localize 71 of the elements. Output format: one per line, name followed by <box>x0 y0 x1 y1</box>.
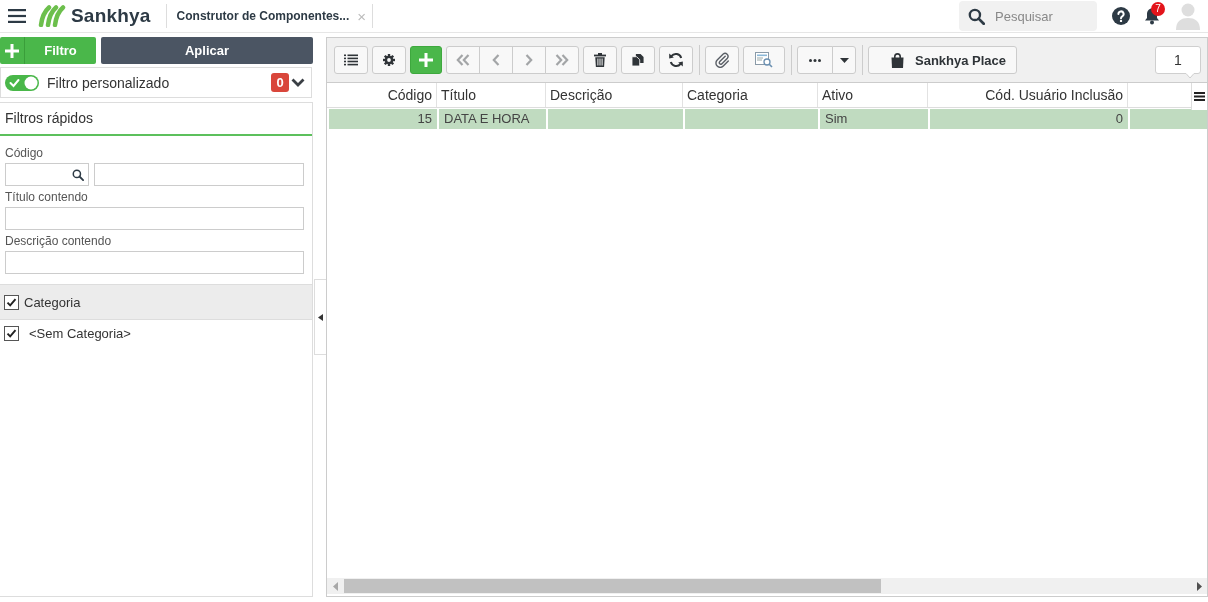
code-description-field[interactable] <box>94 163 304 186</box>
list-icon <box>344 54 358 66</box>
collapse-panel-handle[interactable] <box>314 279 326 355</box>
refresh-button[interactable] <box>659 46 693 74</box>
caret-down-icon <box>839 57 849 63</box>
column-header[interactable]: Código <box>327 83 437 107</box>
help-icon[interactable] <box>1112 7 1130 25</box>
menu-icon[interactable] <box>8 9 26 23</box>
shopping-bag-icon <box>891 52 904 68</box>
delete-button[interactable] <box>583 46 617 74</box>
scroll-right-icon[interactable] <box>1197 581 1202 591</box>
brand-name: Sankhya <box>71 5 151 27</box>
triangle-left-icon <box>318 313 323 321</box>
checkbox[interactable] <box>4 294 19 310</box>
text-input[interactable] <box>5 251 304 274</box>
text-input[interactable] <box>5 207 304 230</box>
trash-icon <box>594 53 606 67</box>
settings-button[interactable] <box>372 46 406 74</box>
copy-icon <box>631 54 645 66</box>
attach-button[interactable] <box>705 46 739 74</box>
chevron-down-icon[interactable] <box>291 78 305 87</box>
duplicate-button[interactable] <box>621 46 655 74</box>
field-label: Título contendo <box>5 190 89 205</box>
chevron-left-icon <box>492 54 500 66</box>
toggle-switch[interactable] <box>5 74 39 91</box>
chevron-right-icon <box>525 54 533 66</box>
search-icon <box>968 8 985 25</box>
leaf-logo-icon <box>38 5 66 27</box>
paperclip-icon <box>714 52 730 68</box>
horizontal-scrollbar[interactable] <box>327 578 1207 594</box>
search-icon[interactable] <box>72 168 84 181</box>
ellipsis-icon <box>809 58 821 62</box>
column-header[interactable]: Descrição <box>546 83 683 107</box>
field-label: Código <box>5 146 45 161</box>
scrollbar-thumb[interactable] <box>344 579 881 593</box>
table-cell: DATA E HORA <box>437 109 546 129</box>
column-header[interactable]: Categoria <box>683 83 818 107</box>
list-view-button[interactable] <box>334 46 368 74</box>
column-menu-button[interactable] <box>1191 83 1207 110</box>
column-header[interactable]: Cód. Usuário Inclusão <box>928 83 1128 107</box>
table-cell: 15 <box>327 109 437 129</box>
checkbox[interactable] <box>4 326 19 341</box>
notification-count: 7 <box>1151 2 1165 16</box>
gear-icon <box>382 54 396 66</box>
field-label: Descrição contendo <box>5 234 113 249</box>
page-number-callout: 1 <box>1155 46 1201 79</box>
dropdown-button[interactable] <box>832 46 856 74</box>
place-button[interactable]: Sankhya Place <box>868 46 1017 74</box>
double-chevron-right-icon <box>555 54 569 66</box>
column-header[interactable]: Ativo <box>818 83 928 107</box>
section-title: Filtros rápidos <box>0 103 312 136</box>
search-field[interactable]: Pesquisar <box>959 1 1097 31</box>
refresh-icon <box>668 52 684 68</box>
report-preview-button[interactable] <box>743 46 785 74</box>
table-cell: 0 <box>928 109 1128 129</box>
scroll-left-icon[interactable] <box>333 581 338 591</box>
filter-count: 0 <box>271 73 289 92</box>
custom-filter-label: Filtro personalizado <box>47 74 170 91</box>
table-cell: Sim <box>818 109 928 129</box>
column-header[interactable]: Título <box>437 83 546 107</box>
menu-icon <box>1194 92 1205 101</box>
double-chevron-left-icon <box>456 54 470 66</box>
category-option[interactable]: <Sem Categoria> <box>29 326 131 341</box>
plus-icon <box>419 53 433 67</box>
table-row[interactable]: 15 DATA E HORA Sim 0 <box>327 109 1207 129</box>
plus-icon <box>5 43 19 58</box>
document-search-icon <box>755 52 773 68</box>
code-lookup-field[interactable] <box>5 163 89 186</box>
apply-button[interactable]: Aplicar <box>101 37 313 64</box>
tab-title[interactable]: Construtor de Componentes... <box>176 9 350 23</box>
category-label: Categoria <box>24 294 81 310</box>
